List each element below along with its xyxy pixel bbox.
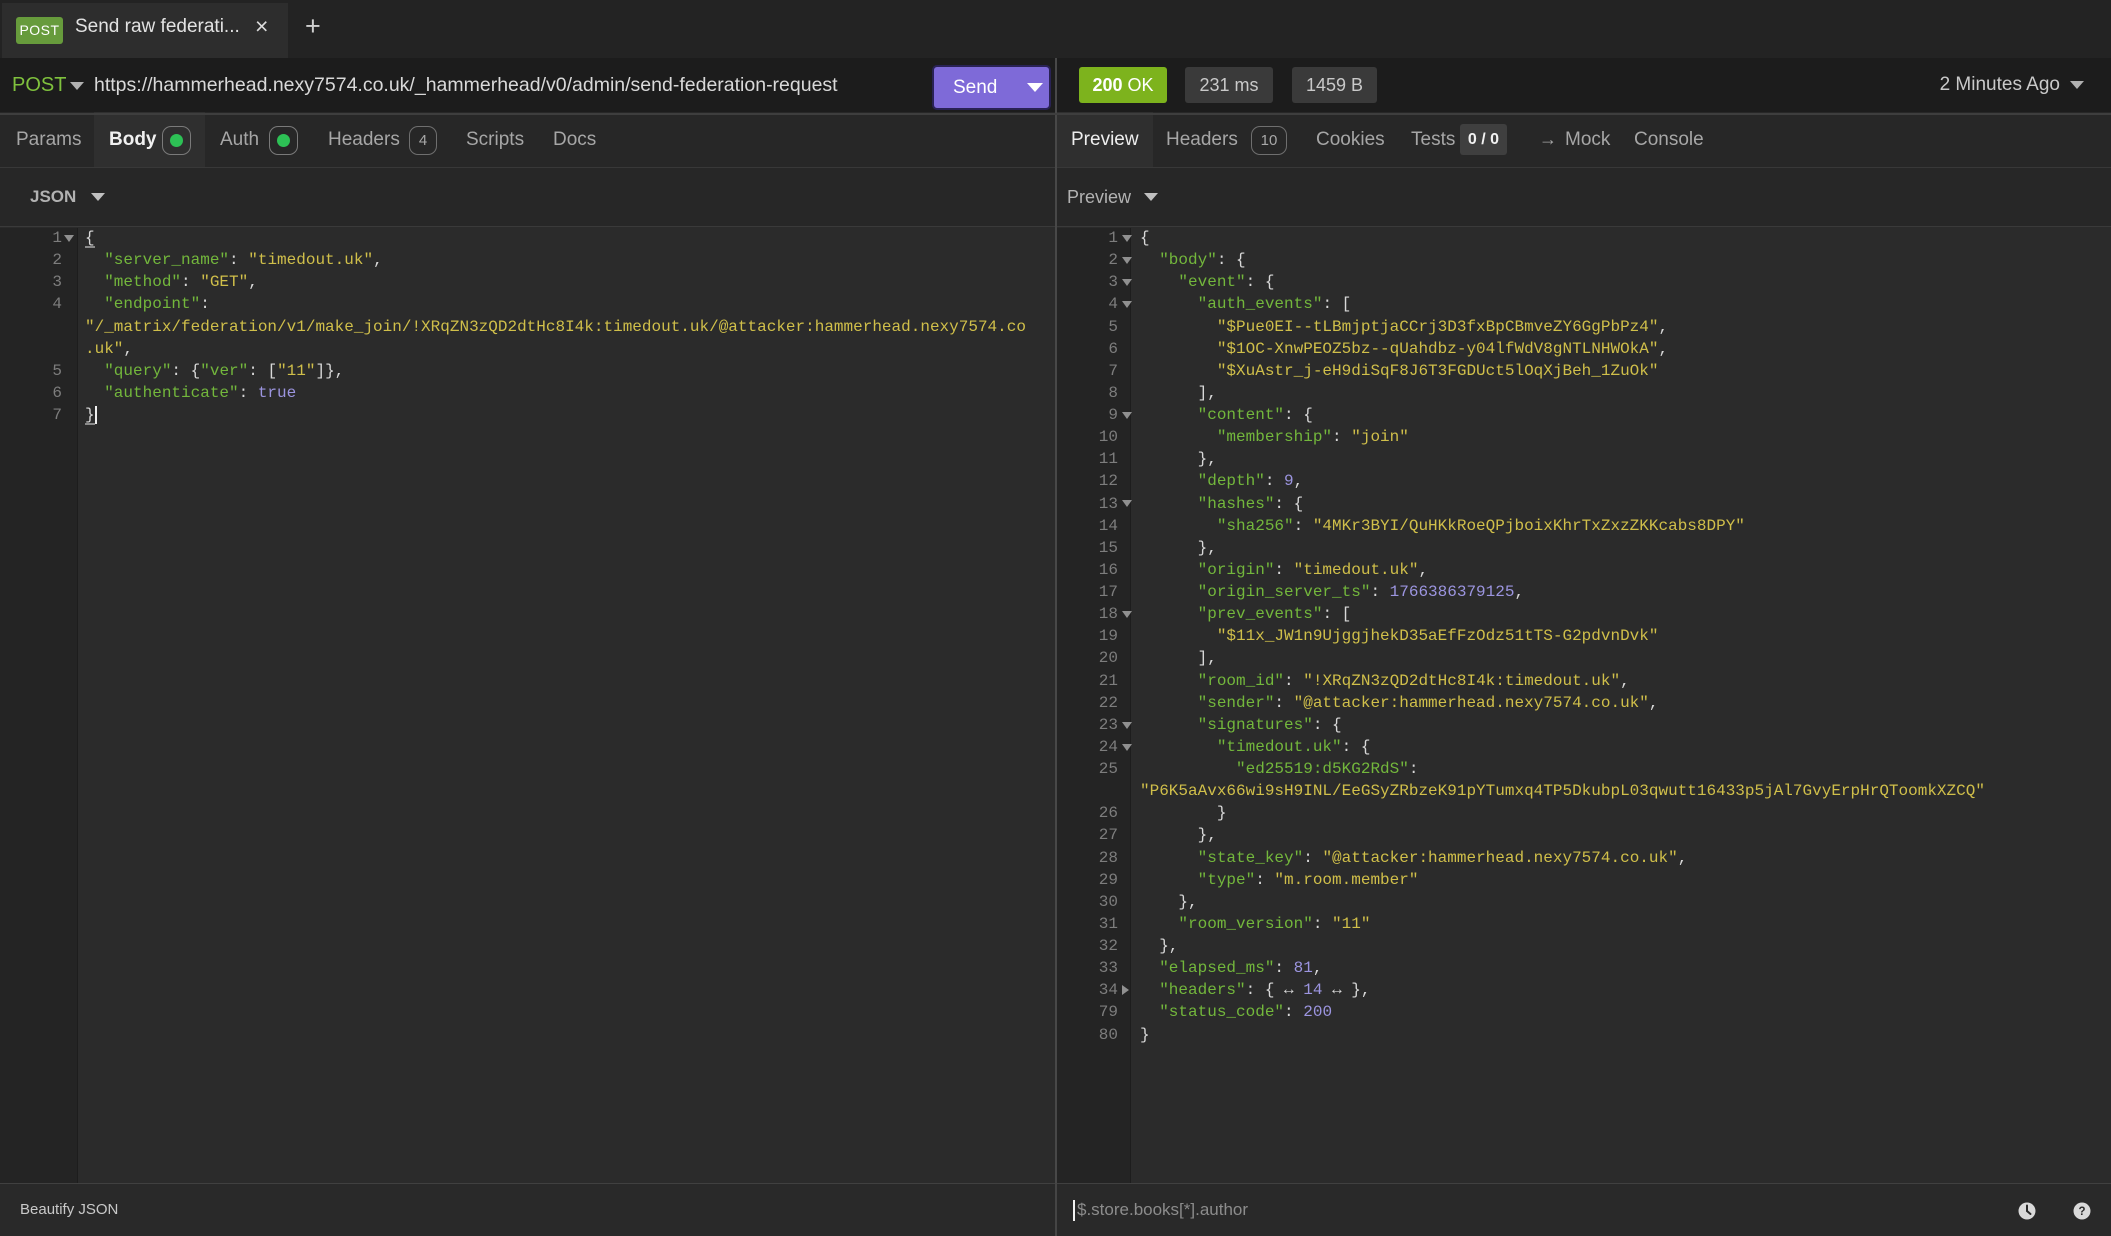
svg-text:?: ? — [2078, 1206, 2085, 1218]
